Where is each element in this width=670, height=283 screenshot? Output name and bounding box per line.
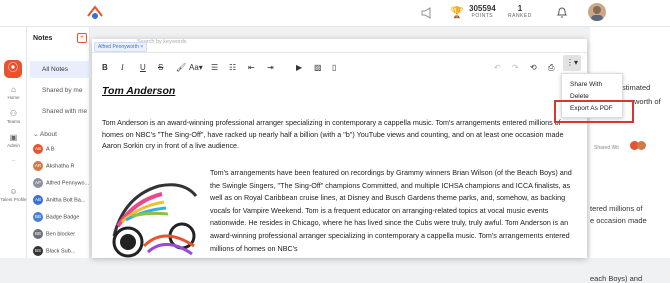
notes-sidebar: Notes + All Notes Shared by me Shared wi… (27, 27, 90, 258)
ranked-value: 1 (517, 4, 523, 13)
person-name: Black Sub... (46, 248, 76, 255)
note-paragraph-2[interactable]: Tom's arrangements have been featured on… (210, 167, 580, 258)
avatar: BS (33, 246, 43, 256)
avatar (637, 141, 646, 150)
list-item[interactable]: BB Ben blocker (33, 229, 75, 241)
clear-format-icon[interactable]: ⟲ (530, 62, 537, 74)
more-options-button[interactable]: ⋮▾ (563, 55, 581, 71)
file-icon[interactable]: ▯ (332, 62, 336, 74)
shared-with-label: Shared Wit (594, 145, 619, 151)
person-name: A B (46, 146, 55, 153)
chip-label: Alfred Pennyworth (98, 44, 139, 50)
print-icon[interactable]: ⎙ (548, 62, 554, 74)
ranked-label: RANKED (508, 13, 532, 19)
italic-button[interactable]: I (121, 62, 124, 74)
points-label: POINTS (471, 13, 494, 19)
highlight-box (554, 100, 634, 123)
list-item[interactable]: BB Badge Badge (33, 212, 79, 224)
list-item[interactable]: AR Akshatha R (33, 161, 74, 173)
megaphone-icon[interactable] (421, 7, 433, 19)
underline-button[interactable]: U (140, 62, 146, 74)
search-row: Search by keywords Alfred Pennyworth × (92, 39, 587, 53)
bg-text: tered millions of (590, 204, 643, 213)
person-name: Akshatha R (46, 163, 75, 170)
note-editor: Search by keywords Alfred Pennyworth × B… (92, 39, 587, 258)
recipient-chip[interactable]: Alfred Pennyworth × (94, 42, 148, 52)
list-item[interactable]: AB A B (33, 144, 55, 156)
outdent-icon[interactable]: ⇤ (248, 62, 255, 74)
list-item[interactable]: BS Black Sub... (33, 246, 75, 258)
app-logo-icon[interactable] (86, 5, 104, 21)
nav-home[interactable]: ⌂ Home (0, 85, 27, 100)
nav-admin-label: Admin (7, 143, 20, 148)
admin-icon: ▣ (9, 133, 18, 142)
avatar: BB (33, 229, 43, 239)
list-item[interactable]: AP Alfred Pennywo... (33, 178, 89, 190)
font-size-button[interactable]: Aa▾ (189, 62, 203, 74)
menu-item-delete[interactable]: Delete (570, 93, 589, 100)
sidebar-item-all-notes[interactable]: All Notes (30, 61, 90, 78)
sidebar-title: Notes (33, 35, 53, 42)
avatar: BB (33, 212, 43, 222)
bg-text: each Boys) and (590, 274, 643, 283)
image-icon[interactable]: ▨ (314, 62, 322, 74)
nav-profile-label: Talent Profile (0, 197, 27, 202)
undo-icon[interactable]: ↶ (494, 62, 501, 74)
strikethrough-button[interactable]: S (158, 62, 163, 74)
user-avatar[interactable] (588, 3, 606, 21)
document-body[interactable]: Tom Anderson (102, 85, 577, 97)
avatar: AB (33, 195, 43, 205)
numbered-list-icon[interactable]: ☷ (229, 62, 236, 74)
nav-teams[interactable]: ⚇ Teams (0, 109, 27, 124)
trophy-icon: 🏆 (450, 7, 464, 19)
avatar: AB (33, 144, 43, 154)
menu-item-share-with[interactable]: Share With (570, 81, 602, 88)
bullet-list-icon[interactable]: ☰ (211, 62, 218, 74)
list-item[interactable]: AB Anitha Bolt Ba... (33, 195, 85, 207)
chip-close-icon[interactable]: × (140, 44, 143, 50)
video-icon[interactable]: ▶ (296, 62, 302, 74)
sidebar-item-shared-by-me[interactable]: Shared by me (30, 82, 90, 99)
editor-toolbar: B I U S 🖌 Aa▾ ☰ ☷ ⇤ ⇥ ▶ ▨ ▯ ↶ ↷ ⟲ ⎙ (92, 58, 587, 78)
nav-more-label: ... (11, 157, 16, 162)
note-title[interactable]: Tom Anderson (102, 85, 577, 97)
avatar: AR (33, 161, 43, 171)
top-bar: 🏆 305594 POINTS 1 RANKED (0, 0, 670, 27)
points-value: 305594 (469, 4, 496, 13)
points-stat: 305594 POINTS (469, 4, 496, 19)
person-name: Badge Badge (46, 214, 80, 221)
bg-text: worth of (634, 97, 661, 106)
sidebar-item-shared-with-me[interactable]: Shared with me (30, 103, 90, 120)
left-nav: ⦿ ⌂ Home ⚇ Teams ▣ Admin ... ☺ Talent Pr… (0, 27, 27, 258)
bg-text: stimated (622, 83, 651, 92)
ranked-stat: 1 RANKED (508, 4, 532, 19)
font-size-label: Aa (189, 63, 199, 72)
nav-teams-label: Teams (6, 119, 21, 124)
redo-icon[interactable]: ↷ (512, 62, 519, 74)
note-paragraph-1[interactable]: Tom Anderson is an award-winning profess… (102, 117, 577, 152)
nav-talent-profile[interactable]: ☺ Talent Profile (0, 187, 27, 202)
background-note-panel: stimated worth of Shared Wit tered milli… (590, 27, 670, 283)
bg-text: e occasion made (590, 216, 647, 225)
text-color-icon[interactable]: 🖌 (176, 62, 186, 74)
headphones-illustration (112, 183, 198, 258)
profile-icon: ☺ (9, 187, 18, 196)
nav-home-label: Home (7, 95, 20, 100)
avatar: AP (33, 178, 43, 188)
bell-icon[interactable] (556, 6, 568, 19)
nav-admin[interactable]: ▣ Admin (0, 133, 27, 148)
notes-app-icon[interactable]: ⦿ (4, 60, 22, 78)
home-icon: ⌂ (11, 85, 16, 94)
person-name: Alfred Pennywo... (46, 180, 90, 187)
nav-more[interactable]: ... (0, 157, 27, 162)
section-label: About (39, 131, 57, 138)
add-note-button[interactable]: + (77, 33, 87, 43)
bold-button[interactable]: B (102, 62, 108, 74)
person-name: Anitha Bolt Ba... (46, 197, 86, 204)
teams-icon: ⚇ (9, 109, 18, 118)
person-name: Ben blocker (46, 231, 76, 238)
sidebar-section-about[interactable]: ⌄ About (33, 130, 57, 138)
indent-icon[interactable]: ⇥ (267, 62, 274, 74)
